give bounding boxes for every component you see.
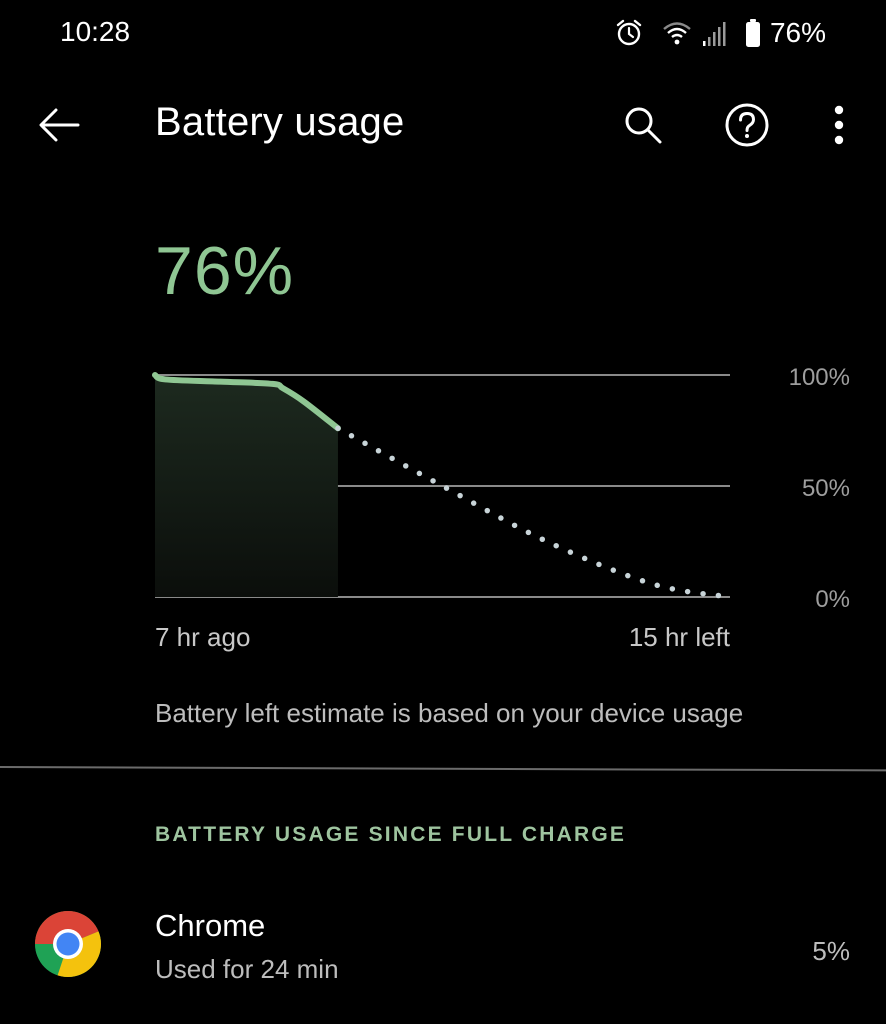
- help-icon: [725, 103, 769, 147]
- app-usage-row[interactable]: Chrome Used for 24 min 5%: [0, 892, 886, 1002]
- wifi-icon: [663, 22, 691, 45]
- more-options-button[interactable]: [812, 98, 866, 152]
- search-button[interactable]: [616, 98, 670, 152]
- x-label-end: 15 hr left: [628, 622, 730, 652]
- cell-signal-icon: [702, 22, 726, 46]
- y-tick-50: 50%: [801, 475, 850, 502]
- help-button[interactable]: [720, 98, 774, 152]
- battery-icon: [745, 19, 760, 47]
- status-icons: 76%: [614, 14, 826, 52]
- chrome-icon: [35, 911, 101, 977]
- estimate-note: Battery left estimate is based on your d…: [155, 698, 744, 728]
- battery-level: 76%: [155, 233, 295, 309]
- status-battery-percent: 76%: [769, 17, 826, 48]
- x-label-start: 7 hr ago: [155, 622, 251, 652]
- more-vert-icon: [834, 105, 844, 145]
- battery-chart: 100% 50% 0%: [0, 350, 886, 620]
- y-tick-0: 0%: [815, 586, 850, 613]
- app-usage-percent: 5%: [812, 936, 850, 966]
- section-header: BATTERY USAGE SINCE FULL CHARGE: [155, 823, 627, 846]
- search-icon: [625, 107, 662, 144]
- status-time: 10:28: [60, 16, 131, 47]
- divider: [0, 766, 886, 772]
- page-title: Battery usage: [155, 100, 405, 144]
- back-button[interactable]: [30, 98, 88, 152]
- arrow-back-icon: [39, 108, 80, 142]
- status-bar: 10:28 76%: [0, 0, 886, 68]
- battery-chart-svg: [152, 372, 733, 600]
- app-usage-time: Used for 24 min: [155, 954, 339, 984]
- app-name: Chrome: [155, 908, 266, 943]
- y-tick-100: 100%: [788, 364, 850, 391]
- projection-line: [335, 425, 733, 600]
- app-bar: Battery usage: [0, 80, 886, 170]
- alarm-icon: [616, 19, 642, 46]
